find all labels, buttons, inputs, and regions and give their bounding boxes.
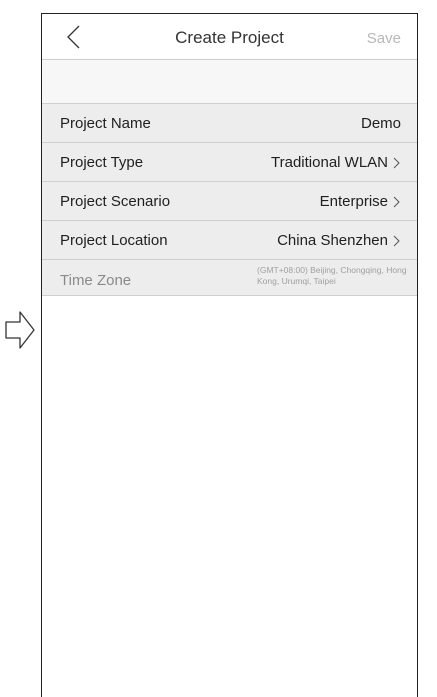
time-zone-value: (GMT+08:00) Beijing, Chongqing, Hong Kon…	[257, 265, 407, 286]
section-spacer	[42, 60, 417, 104]
project-scenario-value: Enterprise	[320, 193, 401, 210]
chevron-right-icon	[393, 157, 400, 168]
row-label: Project Type	[60, 154, 144, 171]
row-label: Project Name	[60, 115, 151, 132]
project-location-row[interactable]: Project Location China Shenzhen	[42, 221, 417, 260]
project-type-row[interactable]: Project Type Traditional WLAN	[42, 143, 417, 182]
project-location-value: China Shenzhen	[277, 232, 401, 249]
chevron-right-icon	[393, 235, 400, 246]
project-form: Project Name Demo Project Type Tradition…	[42, 104, 417, 296]
phone-screen: Create Project Save Project Name Demo Pr…	[41, 13, 418, 697]
chevron-right-icon	[393, 196, 400, 207]
row-label: Project Scenario	[60, 193, 171, 210]
page-title: Create Project	[175, 28, 284, 47]
project-type-value: Traditional WLAN	[271, 154, 401, 171]
row-label: Time Zone	[60, 272, 132, 289]
right-arrow-icon	[5, 311, 35, 349]
project-name-value[interactable]: Demo	[361, 115, 401, 132]
row-label: Project Location	[60, 232, 168, 249]
navigation-bar: Create Project Save	[42, 14, 417, 60]
project-name-row[interactable]: Project Name Demo	[42, 104, 417, 143]
time-zone-row: Time Zone (GMT+08:00) Beijing, Chongqing…	[42, 260, 417, 296]
save-button[interactable]: Save	[367, 30, 401, 47]
project-scenario-row[interactable]: Project Scenario Enterprise	[42, 182, 417, 221]
